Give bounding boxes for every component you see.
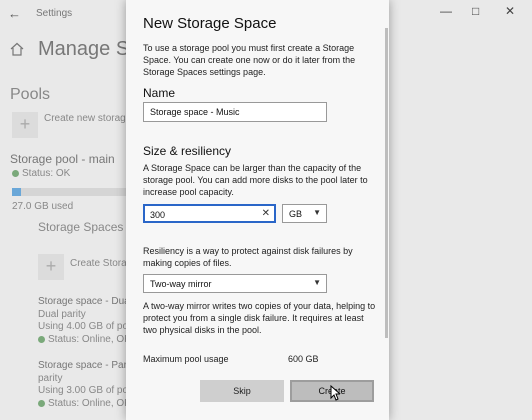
space-type: Dual parity — [38, 309, 86, 320]
resiliency-description: Resiliency is a way to protect against d… — [143, 246, 353, 268]
create-space-link[interactable]: Create Storag — [70, 258, 132, 269]
unit-select[interactable]: GB ▼ — [282, 204, 327, 223]
space-usage: Using 4.00 GB of pool — [38, 321, 136, 332]
pool-usage-bar — [12, 188, 127, 196]
new-storage-space-dialog: New Storage Space To use a storage pool … — [126, 0, 389, 420]
unit-selected: GB — [289, 209, 303, 219]
create-space-plus-icon[interactable]: + — [38, 254, 64, 280]
back-arrow-icon[interactable]: ← — [8, 6, 21, 21]
size-description: A Storage Space can be larger than the c… — [143, 163, 368, 197]
size-input[interactable]: 300 ✕ — [143, 204, 276, 223]
intro-text: To use a storage pool you must first cre… — [143, 43, 356, 77]
pool-usage-fill — [12, 188, 22, 196]
name-input[interactable]: Storage space - Music — [143, 102, 327, 122]
chevron-down-icon: ▼ — [313, 278, 321, 287]
pools-heading: Pools — [10, 86, 51, 103]
home-icon[interactable] — [10, 42, 24, 56]
storage-spaces-heading: Storage Spaces — [38, 220, 124, 234]
space-name: Storage space - Dual p — [38, 296, 141, 307]
status-ok-icon — [38, 400, 45, 407]
space-usage: Using 3.00 GB of pool — [38, 385, 136, 396]
skip-button[interactable]: Skip — [200, 380, 284, 402]
scrollbar[interactable] — [385, 28, 388, 338]
minimize-icon[interactable]: — — [440, 4, 452, 18]
resiliency-selected: Two-way mirror — [150, 279, 212, 289]
status-ok-icon — [38, 336, 45, 343]
space-type: parity — [38, 373, 63, 384]
create-pool-plus-icon[interactable]: + — [12, 112, 38, 138]
app-title: Settings — [36, 8, 73, 19]
clear-icon[interactable]: ✕ — [262, 208, 270, 219]
pool-used-text: 27.0 GB used — [12, 201, 74, 212]
close-icon[interactable]: ✕ — [505, 4, 515, 18]
space-name: Storage space - Parity — [38, 360, 137, 371]
status-ok-icon — [12, 170, 19, 177]
pool-name: Storage pool - main — [10, 152, 115, 166]
space-status: Status: Online, OK — [38, 398, 131, 409]
max-pool-usage-value: 600 GB — [288, 354, 319, 364]
maximize-icon[interactable]: □ — [472, 4, 479, 18]
mirror-description: A two-way mirror writes two copies of yo… — [143, 301, 376, 335]
resiliency-select[interactable]: Two-way mirror ▼ — [143, 274, 327, 293]
mouse-cursor-icon — [330, 385, 340, 401]
chevron-down-icon: ▼ — [313, 208, 321, 217]
name-label: Name — [143, 86, 176, 100]
size-resiliency-heading: Size & resiliency — [143, 144, 232, 158]
size-value: 300 — [150, 210, 166, 220]
pool-status: Status: OK — [12, 168, 70, 179]
dialog-title: New Storage Space — [143, 15, 277, 32]
max-pool-usage-label: Maximum pool usage — [143, 354, 229, 364]
space-status: Status: Online, OK — [38, 334, 131, 345]
